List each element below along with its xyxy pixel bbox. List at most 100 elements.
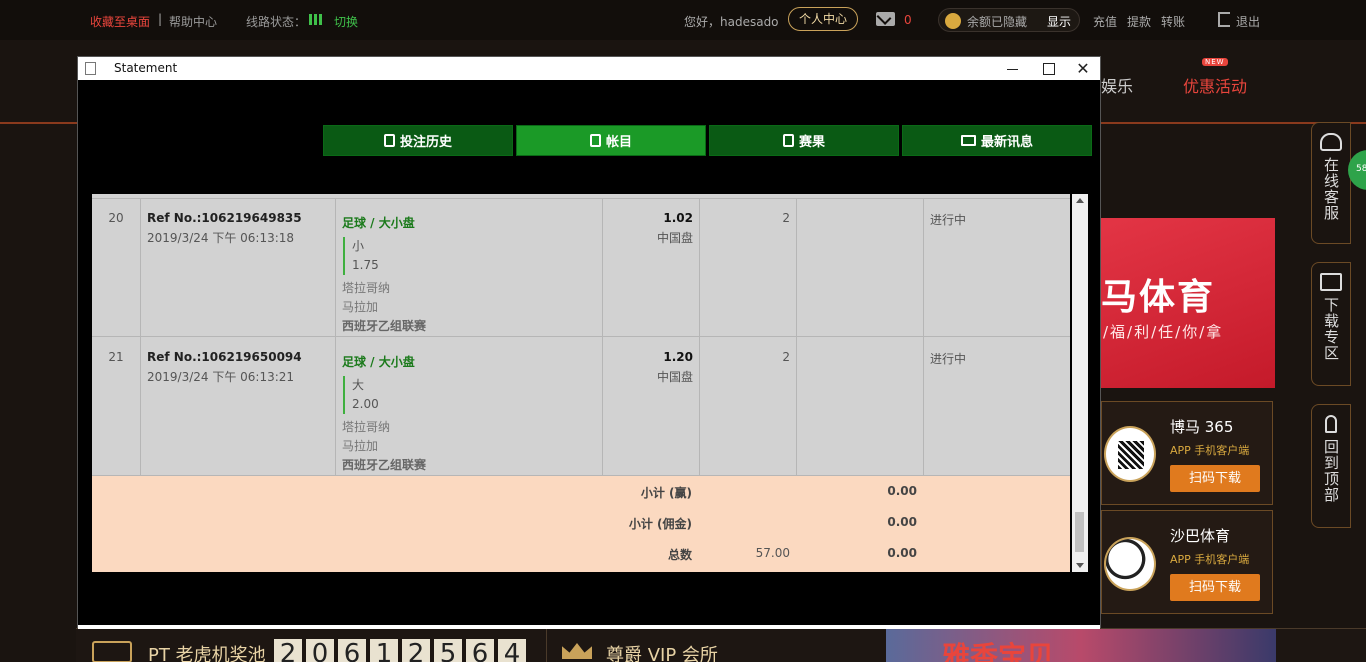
scroll-thumb[interactable] — [1075, 512, 1084, 552]
scroll-down-arrow-icon[interactable] — [1076, 563, 1084, 568]
window-titlebar[interactable]: Statement ✕ — [78, 57, 1100, 80]
selection-cell: 足球 / 大小盘 小 1.75 塔拉哥纳 马拉加 西班牙乙组联赛 — [336, 198, 603, 337]
total-value: 0.00 — [887, 546, 917, 560]
league-name: 西班牙乙组联赛 — [342, 458, 427, 472]
side-tab-label: 回到顶部 — [1322, 439, 1340, 503]
row-index: 20 — [92, 198, 141, 337]
away-team: 马拉加 — [342, 439, 379, 453]
pt-jackpot-label: PT 老虎机奖池 — [148, 645, 266, 662]
ref-cell: Ref No.:106219649835 2019/3/24 下午 06:13:… — [141, 198, 336, 337]
new-badge: NEW — [1202, 58, 1228, 66]
selection-cell: 足球 / 大小盘 大 2.00 塔拉哥纳 马拉加 西班牙乙组联赛 — [336, 337, 603, 476]
jackpot-digit: 0 — [306, 639, 334, 662]
signal-bars-icon — [309, 14, 322, 25]
status-cell: 进行中 — [930, 352, 967, 366]
logout-icon[interactable] — [1218, 12, 1230, 27]
app-name: 沙巴体育 — [1170, 527, 1231, 545]
odds-type: 中国盘 — [656, 231, 693, 245]
sport-market: 足球 / 大小盘 — [342, 216, 415, 230]
statement-window: Statement ✕ 投注历史 帐目 赛果 最新讯息 20 Ref No.:1… — [77, 56, 1101, 629]
scroll-up-arrow-icon[interactable] — [1076, 198, 1084, 203]
jackpot-digit: 2 — [274, 639, 302, 662]
win-loss-cell — [797, 337, 924, 476]
pick-odds: 1.75 — [352, 258, 379, 272]
mail-icon[interactable] — [876, 12, 895, 26]
app-subtitle: APP 手机客户端 — [1170, 553, 1250, 566]
total-line: 总数 57.00 0.00 — [92, 538, 1070, 569]
nav-entertainment[interactable]: 娱乐 — [1101, 73, 1133, 97]
slot-machine-icon — [92, 641, 132, 662]
mail-count: 0 — [904, 13, 912, 27]
tab-account[interactable]: 帐目 — [516, 125, 706, 156]
home-team: 塔拉哥纳 — [342, 281, 391, 295]
home-team: 塔拉哥纳 — [342, 420, 391, 434]
win-loss-cell — [797, 198, 924, 337]
scan-download-button[interactable]: 扫码下载 — [1170, 465, 1260, 492]
personal-center-button[interactable]: 个人中心 — [788, 7, 858, 31]
add-to-desktop-link[interactable]: 收藏至桌面 — [90, 13, 150, 30]
window-title: Statement — [114, 61, 178, 75]
tab-news[interactable]: 最新讯息 — [902, 125, 1092, 156]
summary-block: 小计 (赢) 0.00 小计 (佣金) 0.00 总数 57.00 0.00 — [92, 476, 1070, 572]
tab-label: 帐目 — [605, 135, 632, 150]
app-name: 博马 365 — [1170, 418, 1234, 436]
tab-label: 最新讯息 — [980, 135, 1033, 150]
statement-content[interactable]: 20 Ref No.:106219649835 2019/3/24 下午 06:… — [92, 194, 1070, 572]
jackpot-digit: 2 — [402, 639, 430, 662]
coin-icon — [945, 13, 961, 29]
statement-tabs: 投注历史 帐目 赛果 最新讯息 — [323, 125, 1092, 156]
withdraw-link[interactable]: 提款 — [1127, 13, 1151, 30]
odds-type: 中国盘 — [656, 370, 693, 384]
sport-market: 足球 / 大小盘 — [342, 355, 415, 369]
side-tab-label: 在线客服 — [1322, 157, 1340, 221]
maximize-button[interactable] — [1030, 57, 1066, 80]
ref-cell: Ref No.:106219650094 2019/3/24 下午 06:13:… — [141, 337, 336, 476]
pick-block: 小 1.75 — [343, 237, 602, 275]
close-button[interactable]: ✕ — [1065, 57, 1101, 80]
app-card-boma: 博马 365 APP 手机客户端 扫码下载 — [1101, 401, 1273, 505]
odds-cell: 1.20 中国盘 — [603, 337, 700, 476]
vip-club-label[interactable]: 尊爵 VIP 会所 — [606, 641, 718, 662]
away-team: 马拉加 — [342, 300, 379, 314]
side-tab-downloads[interactable]: 下载专区 — [1311, 262, 1351, 386]
table-row: 20 Ref No.:106219649835 2019/3/24 下午 06:… — [92, 198, 1070, 337]
pick-odds: 2.00 — [352, 397, 379, 411]
logout-link[interactable]: 退出 — [1236, 13, 1260, 30]
balance-hidden-text: 余额已隐藏 — [967, 15, 1028, 29]
tab-results[interactable]: 赛果 — [709, 125, 899, 156]
help-center-link[interactable]: 帮助中心 — [169, 13, 217, 30]
promo-banner[interactable]: 马体育 /福/利/任/你/拿 — [1101, 218, 1275, 388]
odds-value: 1.20 — [663, 350, 693, 364]
league-name: 西班牙乙组联赛 — [342, 319, 427, 333]
top-bar: 收藏至桌面 | 帮助中心 线路状态： 切换 您好，hadesado 个人中心 0… — [0, 0, 1366, 40]
jackpot-digit: 4 — [498, 639, 526, 662]
subtotal-commission-value: 0.00 — [887, 515, 917, 529]
deposit-link[interactable]: 充值 — [1093, 13, 1117, 30]
pick-block: 大 2.00 — [343, 376, 602, 414]
transfer-link[interactable]: 转账 — [1161, 13, 1185, 30]
nav-promotions[interactable]: 优惠活动 — [1183, 73, 1247, 97]
app-card-saba: 沙巴体育 APP 手机客户端 扫码下载 — [1101, 510, 1273, 614]
subtotal-commission-label: 小计 (佣金) — [628, 517, 692, 531]
monitor-icon — [1320, 273, 1342, 291]
line-status-label: 线路状态： — [246, 15, 307, 29]
vertical-scrollbar[interactable] — [1072, 194, 1088, 572]
row-index: 21 — [92, 337, 141, 476]
side-tab-back-to-top[interactable]: 回到顶部 — [1311, 404, 1351, 528]
rocket-icon — [1325, 415, 1337, 433]
ledger-icon — [589, 134, 601, 147]
tab-label: 赛果 — [798, 135, 825, 150]
subtotal-commission-line: 小计 (佣金) 0.00 — [92, 507, 1070, 538]
stake-cell: 2 — [700, 337, 797, 476]
side-tab-customer-service[interactable]: 在线客服 — [1311, 122, 1351, 244]
tab-bet-history[interactable]: 投注历史 — [323, 125, 513, 156]
minimize-button[interactable] — [994, 57, 1030, 80]
scan-download-button[interactable]: 扫码下载 — [1170, 574, 1260, 601]
account-links: 充值 提款 转账 — [1093, 13, 1185, 30]
promo-headline: 马体育 — [1101, 277, 1216, 318]
balance-pill: 余额已隐藏 显示 — [938, 8, 1080, 32]
subtotal-win-line: 小计 (赢) 0.00 — [92, 476, 1070, 507]
switch-line-link[interactable]: 切换 — [334, 13, 358, 30]
pick-choice: 小 — [352, 239, 365, 253]
show-balance-button[interactable]: 显示 — [1047, 13, 1071, 30]
